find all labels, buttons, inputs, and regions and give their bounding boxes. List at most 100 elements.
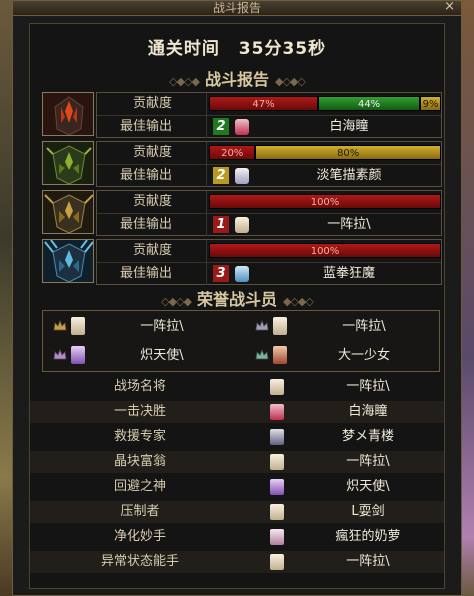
player-avatar — [235, 217, 249, 233]
best-output-label: 最佳输出 — [97, 214, 207, 236]
battle-report-heading: ◇◆◇◆ 战斗报告 ◆◇◆◇ — [30, 66, 444, 90]
rank-badge: 2 — [213, 167, 229, 184]
ornament-left-icon: ◇◆◇◆ — [169, 75, 200, 88]
rank-badge: 1 — [213, 216, 229, 233]
contribution-segment: 80% — [255, 145, 441, 160]
honor-fighter-name: 炽天使\ — [140, 348, 184, 363]
award-player: 炽天使\ — [346, 479, 390, 494]
player-row: 贡献度 20% 80% 最佳输出 2 淡笔描素颜 — [42, 141, 442, 187]
player-avatar — [273, 346, 287, 364]
player-avatar — [235, 266, 249, 282]
player-avatar — [270, 554, 284, 570]
title-award-row: 净化妙手 瘋狂的奶萝 — [30, 526, 444, 548]
player-row: 贡献度 47% 44% 9% 最佳输出 2 白海瞳 — [42, 92, 442, 138]
player-avatar — [270, 404, 284, 420]
player-avatar — [270, 429, 284, 445]
best-output-label: 最佳输出 — [97, 165, 207, 187]
title-award-row: 压制者 L耍剑 — [30, 501, 444, 523]
award-title: 一击决胜 — [113, 404, 166, 419]
title-award-row: 战场名将 一阵拉\ — [30, 376, 444, 398]
honor-fighter[interactable]: 一阵拉\ — [247, 315, 437, 339]
award-title: 救援专家 — [113, 429, 166, 444]
green-helmet-icon — [42, 141, 94, 185]
report-panel: 通关时间 35分35秒 ◇◆◇◆ 战斗报告 ◆◇◆◇ 贡献度 47% 44% 9% — [29, 23, 445, 589]
player-avatar — [270, 504, 284, 520]
contribution-segment: 47% — [209, 96, 319, 111]
contribution-label: 贡献度 — [97, 240, 207, 262]
crown-medal-icon — [255, 348, 269, 360]
clear-time: 通关时间 35分35秒 — [30, 34, 444, 59]
contribution-segment: 100% — [209, 243, 441, 258]
award-title: 战场名将 — [113, 379, 166, 394]
contribution-segment: 20% — [209, 145, 256, 160]
honor-title: 荣誉战斗员 — [196, 290, 277, 309]
award-player: 梦メ青楼 — [341, 429, 394, 444]
contribution-bar: 20% 80% — [209, 145, 441, 160]
honor-fighter[interactable]: 炽天使\ — [45, 344, 235, 368]
window-titlebar[interactable]: 战斗报告 × — [13, 0, 461, 16]
rank-badge: 3 — [213, 265, 229, 282]
player-avatar — [273, 317, 287, 335]
title-award-row: 晶块富翁 一阵拉\ — [30, 451, 444, 473]
honor-heading: ◇◆◇◆ 荣誉战斗员 ◆◇◆◇ — [30, 286, 444, 310]
title-award-row: 一击决胜 白海瞳 — [30, 401, 444, 423]
window-title: 战斗报告 — [212, 1, 261, 15]
best-output-label: 最佳输出 — [97, 263, 207, 285]
honor-fighter-name: 一阵拉\ — [140, 319, 184, 334]
award-player: 一阵拉\ — [346, 454, 390, 469]
award-title: 异常状态能手 — [100, 554, 179, 569]
contribution-label: 贡献度 — [97, 191, 207, 213]
player-avatar — [235, 119, 249, 135]
player-avatar — [270, 454, 284, 470]
flame-helmet-icon — [42, 92, 94, 136]
best-output-name: 蓝拳狂魔 — [322, 266, 375, 281]
award-player: 白海瞳 — [348, 404, 388, 419]
player-stats: 贡献度 47% 44% 9% 最佳输出 2 白海瞳 — [96, 92, 442, 138]
contribution-bar: 100% — [209, 243, 441, 258]
honor-fighter-name: 大一少女 — [337, 348, 390, 363]
close-icon[interactable]: × — [444, 0, 455, 14]
best-output-name: 淡笔描素颜 — [316, 168, 382, 183]
ornament-right-icon: ◆◇◆◇ — [283, 295, 314, 308]
crown-medal-icon — [255, 319, 269, 331]
player-row: 贡献度 100% 最佳输出 1 一阵拉\ — [42, 190, 442, 236]
award-player: 一阵拉\ — [346, 379, 390, 394]
contribution-label: 贡献度 — [97, 93, 207, 115]
ornament-left-icon: ◇◆◇◆ — [161, 295, 192, 308]
ornament-right-icon: ◆◇◆◇ — [275, 75, 306, 88]
player-avatar — [270, 529, 284, 545]
contribution-segment: 44% — [318, 96, 421, 111]
player-avatar — [235, 168, 249, 184]
battle-report-title: 战斗报告 — [204, 70, 269, 89]
honor-fighter[interactable]: 大一少女 — [247, 344, 437, 368]
crown-medal-icon — [53, 348, 67, 360]
contribution-bar: 100% — [209, 194, 441, 209]
clear-time-label: 通关时间 — [147, 39, 220, 59]
award-title: 压制者 — [120, 504, 160, 519]
award-title: 晶块富翁 — [113, 454, 166, 469]
title-award-row: 救援专家 梦メ青楼 — [30, 426, 444, 448]
honor-fighters-panel: 一阵拉\ 一阵拉\ 炽天使\ 大一少女 — [42, 310, 440, 372]
player-stats: 贡献度 100% 最佳输出 1 一阵拉\ — [96, 190, 442, 236]
player-avatar — [71, 317, 85, 335]
gold-helmet-icon — [42, 190, 94, 234]
honor-fighter[interactable]: 一阵拉\ — [45, 315, 235, 339]
title-award-row: 回避之神 炽天使\ — [30, 476, 444, 498]
contribution-segment: 100% — [209, 194, 441, 209]
contribution-segment: 9% — [420, 96, 441, 111]
player-avatar — [270, 479, 284, 495]
best-output-name: 白海瞳 — [329, 119, 369, 134]
player-avatar — [71, 346, 85, 364]
contribution-bar: 47% 44% 9% — [209, 96, 441, 111]
award-title: 回避之神 — [113, 479, 166, 494]
player-stats: 贡献度 100% 最佳输出 3 蓝拳狂魔 — [96, 239, 442, 285]
title-award-row: 异常状态能手 一阵拉\ — [30, 551, 444, 573]
crown-medal-icon — [53, 319, 67, 331]
award-player: 一阵拉\ — [346, 554, 390, 569]
player-stats: 贡献度 20% 80% 最佳输出 2 淡笔描素颜 — [96, 141, 442, 187]
player-avatar — [270, 379, 284, 395]
best-output-name: 一阵拉\ — [327, 217, 371, 232]
best-output-label: 最佳输出 — [97, 116, 207, 138]
award-title: 净化妙手 — [113, 529, 166, 544]
ice-helmet-icon — [42, 239, 94, 283]
